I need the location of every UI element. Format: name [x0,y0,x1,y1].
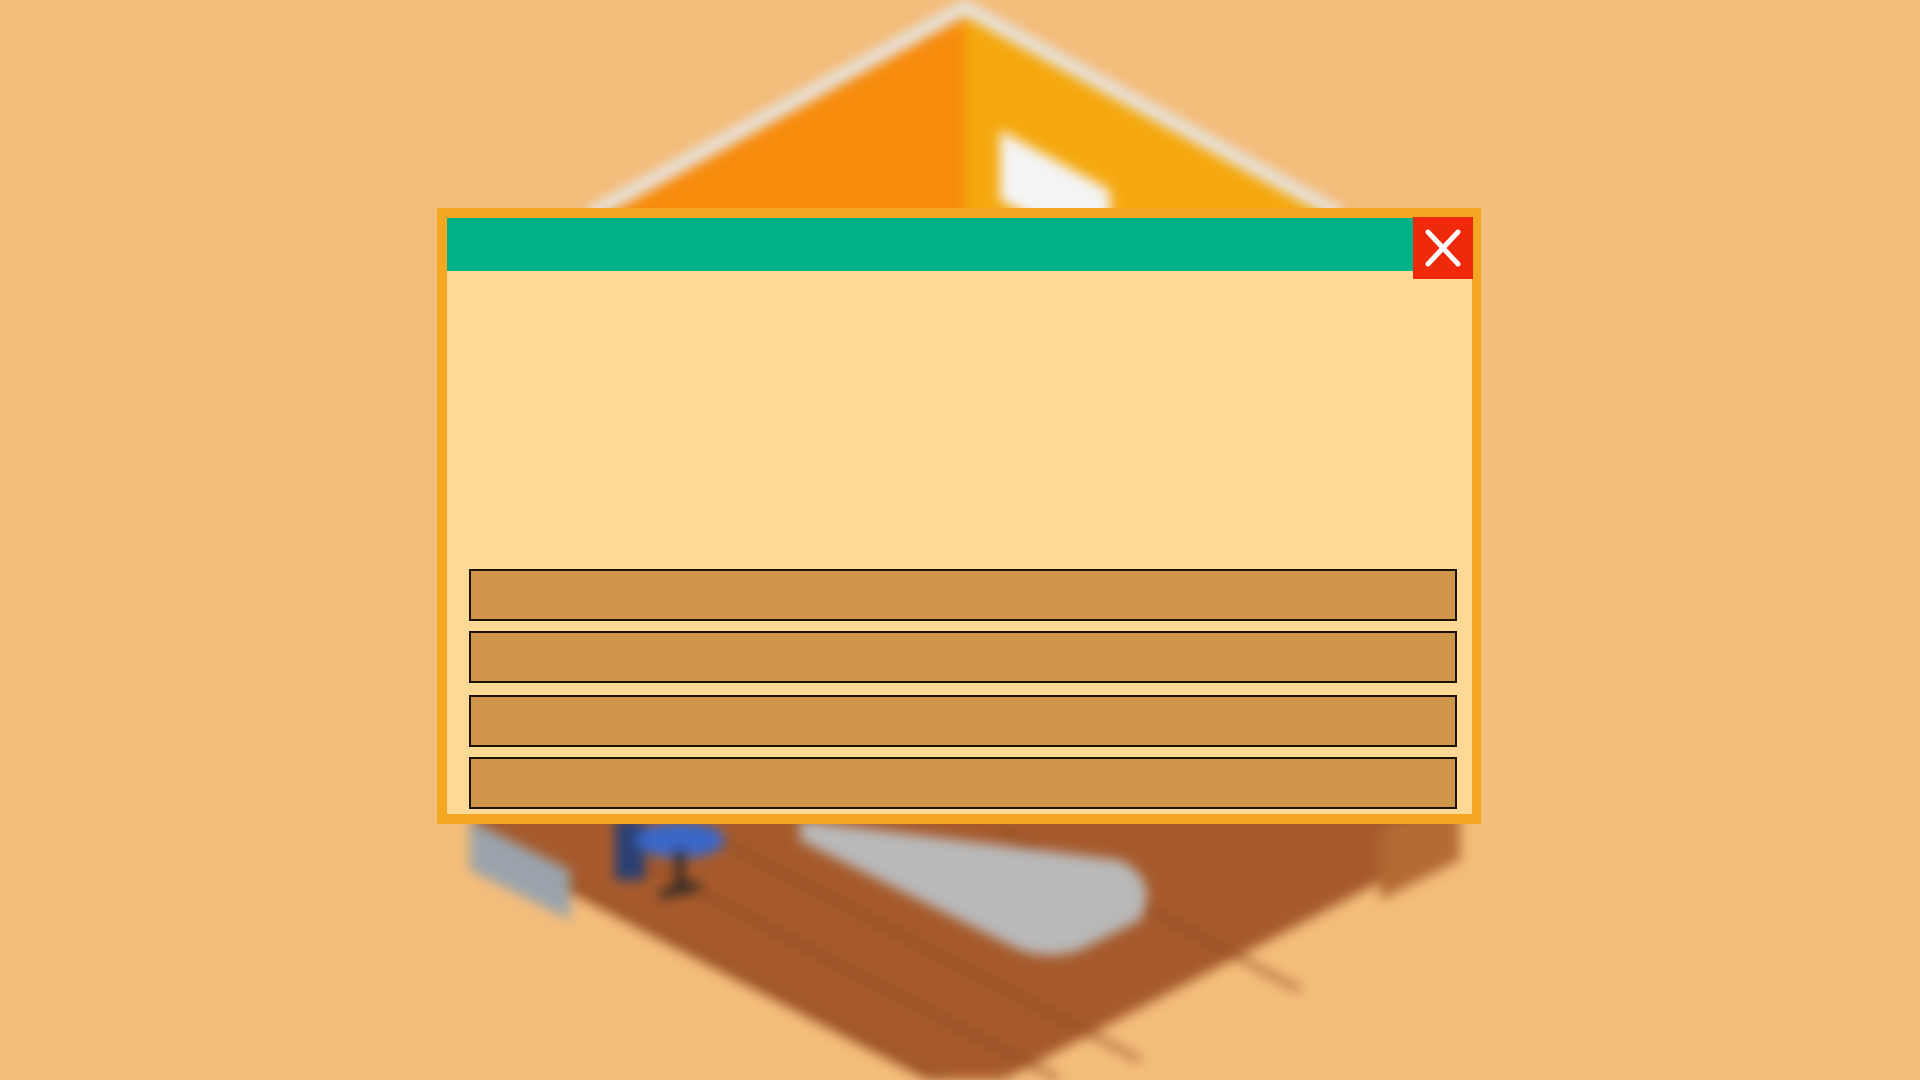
option-button-2[interactable] [469,631,1457,683]
option-button-3[interactable] [469,695,1457,747]
x-icon [1425,229,1461,267]
dialog-window [437,208,1481,824]
close-button[interactable] [1413,217,1473,279]
option-list [469,569,1457,819]
option-button-4[interactable] [469,757,1457,809]
dialog-message [457,280,1463,490]
option-button-1[interactable] [469,569,1457,621]
dialog-titlebar [447,218,1421,271]
